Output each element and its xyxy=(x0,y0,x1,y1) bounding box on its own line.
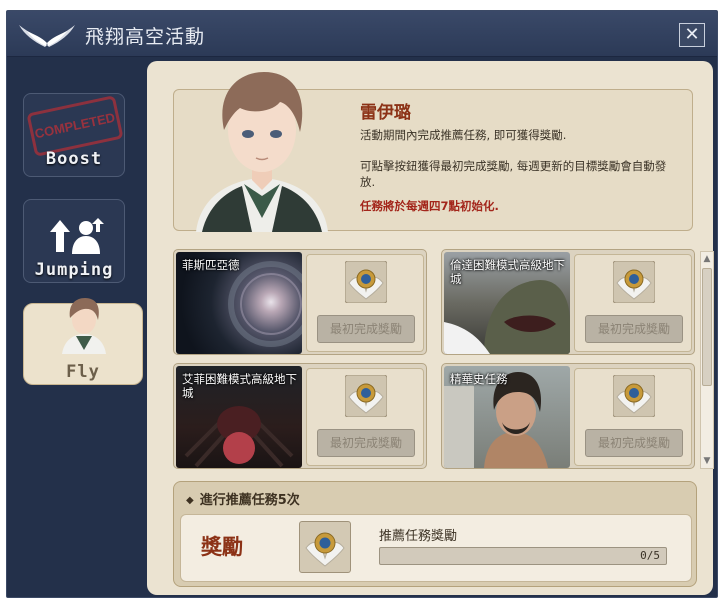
tab-boost-label: Boost xyxy=(45,149,103,169)
mission-list: 菲斯匹亞德 最初完成獎勵 倫達困難模式高級地下城 最初完成獎勵 艾菲困難模式高級… xyxy=(173,249,697,469)
scroll-down-arrow-icon[interactable]: ▼ xyxy=(701,454,713,468)
mission-card: 菲斯匹亞德 最初完成獎勵 xyxy=(173,249,427,355)
scroll-thumb[interactable] xyxy=(702,268,712,386)
title-bar: 飛翔高空活動 ✕ xyxy=(7,11,717,57)
event-description-2: 可點擊按鈕獲得最初完成獎勵, 每週更新的目標獎勵會自動發放. xyxy=(360,159,667,189)
reward-slot: 最初完成獎勵 xyxy=(574,368,692,466)
mission-title: 倫達困難模式高級地下城 xyxy=(450,258,565,286)
wings-icon xyxy=(19,25,75,47)
tab-fly[interactable]: Fly xyxy=(23,298,143,385)
reward-emblem-icon xyxy=(345,375,387,417)
mission-image: 菲斯匹亞德 xyxy=(176,252,302,354)
tab-jumping[interactable]: Jumping xyxy=(23,199,125,283)
reward-emblem-icon xyxy=(305,532,345,567)
mission-image: 倫達困難模式高級地下城 xyxy=(444,252,570,354)
mission-card: 倫達困難模式高級地下城 最初完成獎勵 xyxy=(441,249,695,355)
window-title: 飛翔高空活動 xyxy=(85,26,206,48)
reward-item-slot[interactable] xyxy=(299,521,351,573)
first-completion-reward-button[interactable]: 最初完成獎勵 xyxy=(585,315,683,343)
recommended-mission-reward: ◆ 進行推薦任務5次 獎勵 推薦任務獎勵 0/5 xyxy=(173,481,697,587)
tab-fly-label: Fly xyxy=(66,362,100,382)
mission-scrollbar[interactable]: ▲ ▼ xyxy=(700,251,714,469)
tab-boost[interactable]: COMPLETED Boost xyxy=(23,93,125,177)
first-completion-reward-button[interactable]: 最初完成獎勵 xyxy=(585,429,683,457)
reward-slot: 最初完成獎勵 xyxy=(306,254,424,352)
completed-stamp-icon: COMPLETED xyxy=(26,95,124,157)
first-completion-reward-button[interactable]: 最初完成獎勵 xyxy=(317,429,415,457)
reward-goal-text: 進行推薦任務5次 xyxy=(199,493,300,508)
progress-title: 推薦任務獎勵 xyxy=(379,529,458,544)
reward-emblem-icon xyxy=(613,261,655,303)
reset-notice: 任務將於每週四7點初始化. xyxy=(360,199,499,213)
reward-progress-box: 獎勵 推薦任務獎勵 0/5 xyxy=(180,514,692,582)
diamond-bullet-icon: ◆ xyxy=(186,495,194,506)
mission-title: 艾菲困難模式高級地下城 xyxy=(182,372,297,400)
reward-progress-bar: 0/5 xyxy=(379,547,667,565)
reward-slot: 最初完成獎勵 xyxy=(306,368,424,466)
close-button[interactable]: ✕ xyxy=(679,23,705,47)
close-icon: ✕ xyxy=(684,24,700,45)
fly-avatar-icon xyxy=(62,298,106,354)
event-window: 飛翔高空活動 ✕ COMPLETED Boost Jumping Fly 雷伊璐… xyxy=(6,10,718,598)
first-completion-reward-button[interactable]: 最初完成獎勵 xyxy=(317,315,415,343)
reward-slot: 最初完成獎勵 xyxy=(574,254,692,352)
npc-panel: 雷伊璐 活動期間內完成推薦任務, 即可獲得獎勵. 可點擊按鈕獲得最初完成獎勵, … xyxy=(173,72,693,232)
main-panel: 雷伊璐 活動期間內完成推薦任務, 即可獲得獎勵. 可點擊按鈕獲得最初完成獎勵, … xyxy=(147,61,714,595)
mission-image: 艾菲困難模式高級地下城 xyxy=(176,366,302,468)
mission-card: 艾菲困難模式高級地下城 最初完成獎勵 xyxy=(173,363,427,469)
mission-card: 精華史任務 最初完成獎勵 xyxy=(441,363,695,469)
mission-title: 精華史任務 xyxy=(450,372,508,386)
mission-title: 菲斯匹亞德 xyxy=(182,258,240,272)
jump-arrows-icon xyxy=(50,218,104,254)
npc-name: 雷伊璐 xyxy=(360,103,411,123)
mission-image: 精華史任務 xyxy=(444,366,570,468)
scroll-up-arrow-icon[interactable]: ▲ xyxy=(701,252,713,266)
reward-label: 獎勵 xyxy=(201,535,243,559)
tab-jumping-label: Jumping xyxy=(34,260,114,280)
event-description-1: 活動期間內完成推薦任務, 即可獲得獎勵. xyxy=(360,128,567,142)
progress-text: 0/5 xyxy=(640,549,660,562)
reward-emblem-icon xyxy=(345,261,387,303)
reward-goal-heading: ◆ 進行推薦任務5次 xyxy=(186,489,300,508)
reward-emblem-icon xyxy=(613,375,655,417)
npc-portrait xyxy=(196,72,328,232)
